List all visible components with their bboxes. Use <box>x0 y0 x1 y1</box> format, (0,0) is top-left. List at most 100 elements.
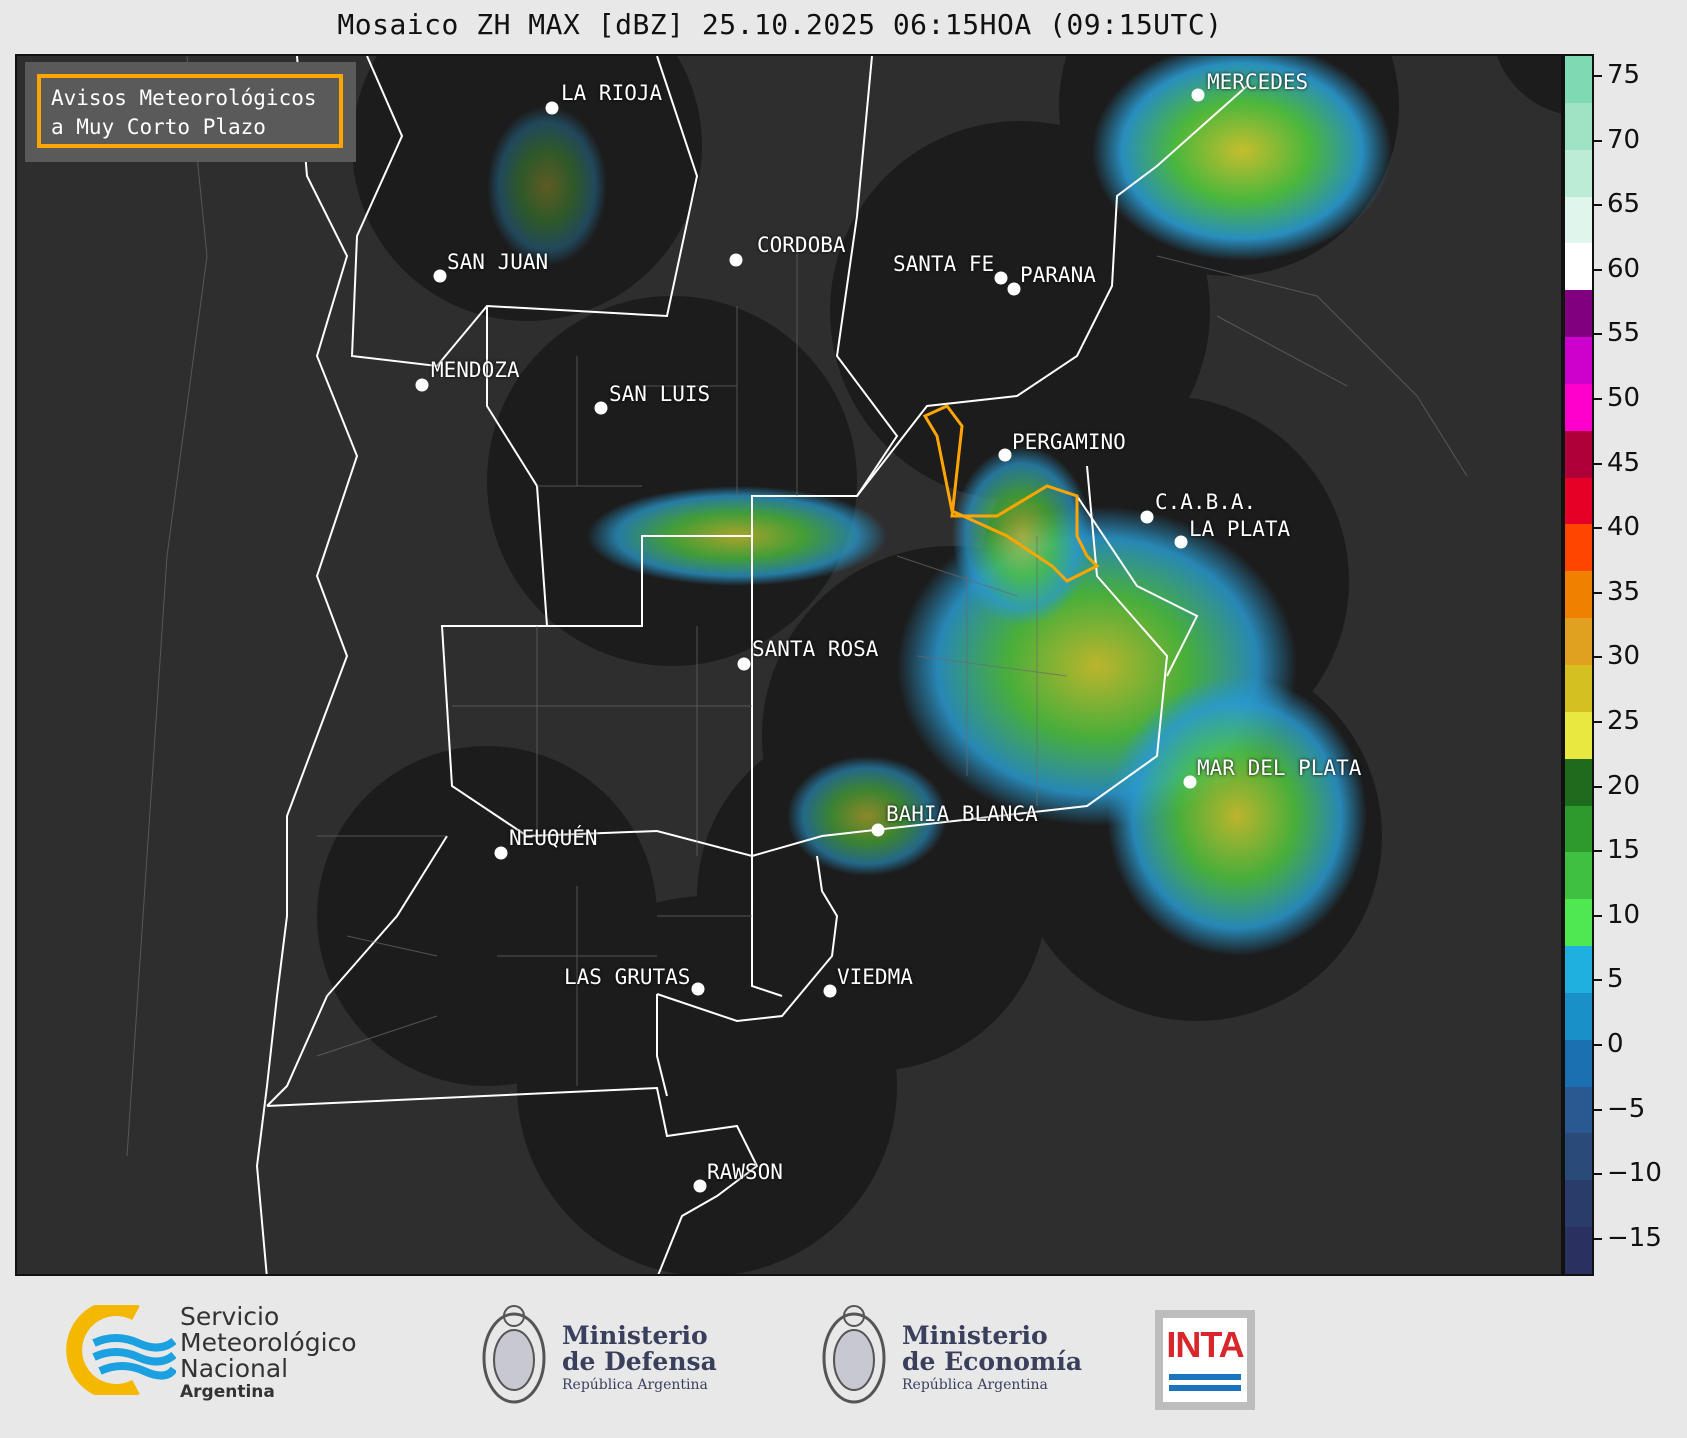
city-marker-mercedes[interactable] <box>1191 88 1205 102</box>
defensa-logo-text: Ministerio de Defensa República Argentin… <box>562 1323 717 1395</box>
footer-logos: Servicio Meteorológico Nacional Argentin… <box>0 1278 1687 1438</box>
city-marker-parana[interactable] <box>1007 282 1021 296</box>
city-marker-neuquen[interactable] <box>494 846 508 860</box>
defensa-line3: República Argentina <box>562 1377 708 1393</box>
city-label-mar-del-plata: MAR DEL PLATA <box>1197 756 1362 780</box>
colorbar-segment <box>1565 337 1592 384</box>
colorbar-segment <box>1565 1180 1592 1228</box>
colorbar-tick-label: −5 <box>1607 1093 1646 1124</box>
colorbar-segment <box>1565 149 1592 197</box>
colorbar-tick-label: 65 <box>1607 189 1641 220</box>
colorbar-tick-label: 75 <box>1607 60 1641 90</box>
city-marker-caba[interactable] <box>1140 510 1154 524</box>
colorbar-tick <box>1594 527 1602 530</box>
colorbar-tick-label: 25 <box>1607 706 1641 736</box>
colorbar-tick-label: 20 <box>1607 770 1641 801</box>
colorbar-tick-label: 15 <box>1607 835 1641 866</box>
colorbar-tick <box>1594 204 1602 207</box>
colorbar-segment <box>1565 758 1592 806</box>
city-marker-pergamino[interactable] <box>998 448 1012 462</box>
colorbar-segment <box>1565 477 1592 525</box>
city-marker-cordoba[interactable] <box>729 253 743 267</box>
city-label-mendoza: MENDOZA <box>431 358 520 382</box>
economia-line1: Ministerio <box>902 1321 1048 1350</box>
map-title: Mosaico ZH MAX [dBZ] 25.10.2025 06:15HOA… <box>337 8 1223 41</box>
colorbar-tick-label: 30 <box>1607 641 1641 672</box>
colorbar-tick-label: 35 <box>1607 576 1641 607</box>
colorbar-tick <box>1594 591 1602 594</box>
colorbar-tick <box>1594 850 1602 853</box>
city-label-san-luis: SAN LUIS <box>609 382 711 406</box>
colorbar-tick <box>1594 398 1602 400</box>
city-marker-bahia-blanca[interactable] <box>871 823 885 837</box>
colorbar-tick <box>1594 1173 1602 1176</box>
city-marker-santa-rosa[interactable] <box>737 657 751 671</box>
city-marker-san-juan[interactable] <box>433 269 447 283</box>
colorbar-tick <box>1594 656 1602 659</box>
colorbar-segment <box>1565 899 1592 947</box>
city-marker-santa-fe[interactable] <box>994 271 1008 285</box>
city-label-santa-fe: SANTA FE <box>893 252 995 276</box>
city-marker-la-plata[interactable] <box>1174 535 1188 549</box>
warning-legend-line2: a Muy Corto Plazo <box>51 115 266 139</box>
smn-line2: Meteorológico <box>180 1328 357 1357</box>
defensa-line1: Ministerio <box>562 1321 708 1350</box>
city-label-las-grutas: LAS GRUTAS <box>564 965 691 989</box>
city-label-pergamino: PERGAMINO <box>1012 430 1126 454</box>
colorbar-segment <box>1565 56 1592 103</box>
city-label-la-rioja: LA RIOJA <box>561 81 663 105</box>
defensa-line2: de Defensa <box>562 1347 717 1376</box>
colorbar-tick-label: 45 <box>1607 447 1641 478</box>
smn-line1: Servicio <box>180 1302 280 1331</box>
inta-stripe-2 <box>1169 1385 1241 1391</box>
inta-stripe-1 <box>1169 1374 1241 1380</box>
colorbar-tick-label: 40 <box>1607 512 1641 543</box>
city-marker-mar-del-plata[interactable] <box>1183 775 1197 789</box>
city-marker-rawson[interactable] <box>693 1179 707 1193</box>
colorbar-segment <box>1565 102 1592 150</box>
colorbar-tick <box>1594 1108 1602 1111</box>
colorbar-tick-label: 0 <box>1607 1029 1624 1059</box>
colorbar-segment <box>1565 1133 1592 1181</box>
city-marker-viedma[interactable] <box>823 984 837 998</box>
colorbar-segment <box>1565 805 1592 853</box>
city-marker-las-grutas[interactable] <box>691 982 705 996</box>
warning-legend-frame: Avisos Meteorológicos a Muy Corto Plazo <box>37 74 343 148</box>
colorbar-tick-label: 5 <box>1607 964 1624 995</box>
colorbar-segment <box>1565 430 1592 478</box>
radar-map[interactable]: Avisos Meteorológicos a Muy Corto Plazo … <box>15 54 1563 1276</box>
city-label-la-plata: LA PLATA <box>1189 517 1291 541</box>
colorbar-tick-label: −15 <box>1607 1222 1662 1253</box>
smn-logo-text: Servicio Meteorológico Nacional Argentin… <box>180 1302 357 1403</box>
colorbar-tick <box>1594 785 1602 788</box>
city-label-neuquen: NEUQUÉN <box>509 826 598 850</box>
colorbar-segment <box>1565 290 1592 338</box>
colorbar-tick <box>1594 462 1602 465</box>
warning-legend: Avisos Meteorológicos a Muy Corto Plazo <box>25 62 356 162</box>
defensa-seal-icon <box>482 1305 546 1404</box>
colorbar-tick-label: 10 <box>1607 899 1641 930</box>
colorbar-tick-label: 60 <box>1607 253 1641 284</box>
city-label-viedma: VIEDMA <box>837 965 913 989</box>
economia-logo-text: Ministerio de Economía República Argenti… <box>902 1323 1082 1395</box>
city-marker-mendoza[interactable] <box>415 378 429 392</box>
colorbar-segment <box>1565 618 1592 665</box>
colorbar-tick <box>1594 914 1602 917</box>
city-marker-san-luis[interactable] <box>594 401 608 415</box>
colorbar-tick <box>1594 721 1602 723</box>
colorbar-tick <box>1594 268 1602 271</box>
smn-line4: Argentina <box>180 1382 275 1402</box>
colorbar-tick <box>1594 1044 1602 1046</box>
colorbar-tick-label: −10 <box>1607 1158 1662 1189</box>
colorbar-segment <box>1565 524 1592 572</box>
inta-logo-text: INTA <box>1166 1324 1244 1365</box>
colorbar-segment <box>1565 946 1592 993</box>
colorbar-segment <box>1565 664 1592 712</box>
colorbar-segment <box>1565 243 1592 291</box>
city-label-bahia-blanca: BAHIA BLANCA <box>886 802 1038 826</box>
colorbar-tick-label: 50 <box>1607 383 1641 413</box>
colorbar-segment <box>1565 196 1592 244</box>
economia-seal-icon <box>822 1305 886 1404</box>
city-marker-la-rioja[interactable] <box>545 101 559 115</box>
colorbar-segment <box>1565 571 1592 619</box>
